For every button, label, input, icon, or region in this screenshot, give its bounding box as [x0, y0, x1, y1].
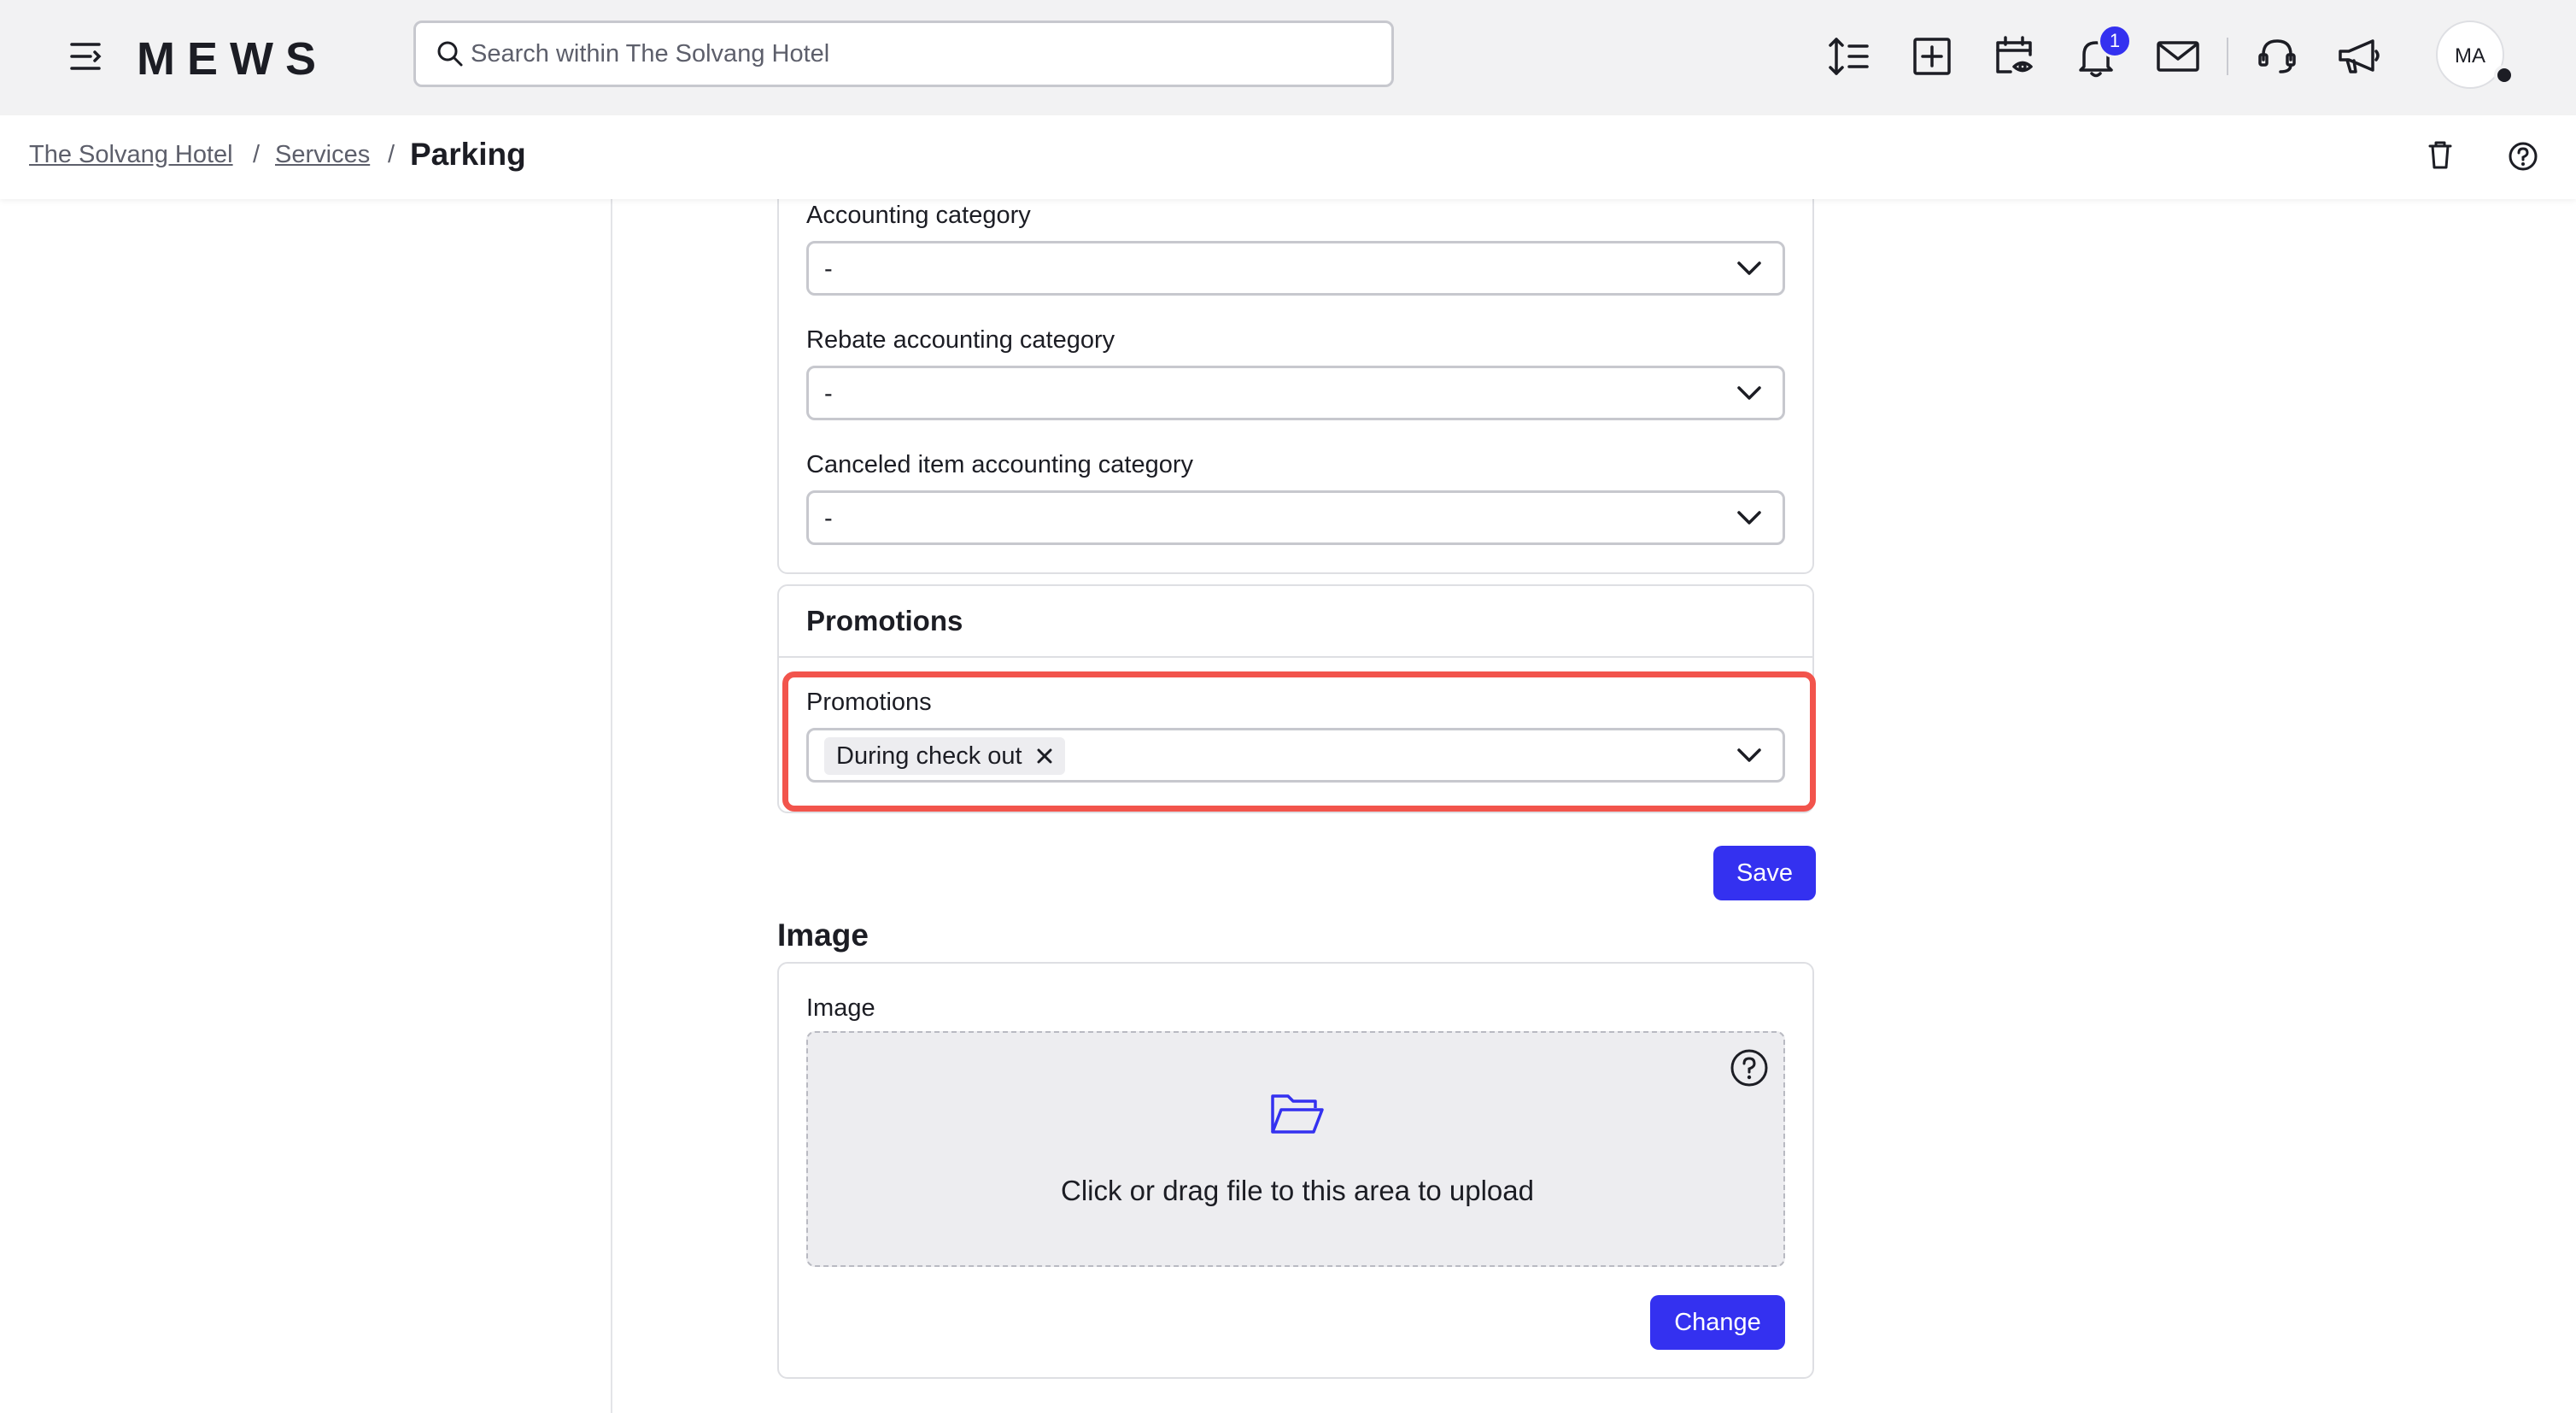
page-title: Parking [410, 137, 526, 172]
breadcrumb-separator: / [253, 141, 261, 168]
search-input[interactable] [471, 23, 1376, 85]
top-bar: MEWS 1 MA [0, 0, 2576, 115]
search-icon [436, 40, 464, 67]
save-button[interactable]: Save [1713, 846, 1816, 900]
status-indicator [2494, 65, 2515, 85]
breadcrumb-link-hotel[interactable]: The Solvang Hotel [29, 141, 233, 169]
section-divider [779, 656, 1812, 658]
breadcrumb: The Solvang Hotel / Services / Parking [0, 115, 2576, 199]
canceled-item-accounting-category-select[interactable]: - [806, 490, 1785, 545]
toolbar-divider [2227, 38, 2228, 75]
accounting-category-select[interactable]: - [806, 241, 1785, 296]
support-icon[interactable] [2253, 32, 2301, 80]
help-icon[interactable] [1730, 1048, 1769, 1088]
promotions-section-title: Promotions [806, 605, 963, 636]
megaphone-icon[interactable] [2335, 32, 2383, 80]
chevron-down-icon [1736, 259, 1762, 278]
left-pane-divider [611, 199, 612, 1413]
image-section-title: Image [777, 918, 869, 953]
rebate-accounting-category-label: Rebate accounting category [806, 326, 1115, 354]
select-value: - [824, 505, 833, 532]
menu-icon[interactable] [68, 39, 106, 73]
chevron-down-icon [1736, 384, 1762, 402]
search-box[interactable] [413, 21, 1394, 87]
upload-dropzone[interactable]: Click or drag file to this area to uploa… [806, 1031, 1785, 1267]
highlight-box [782, 671, 1816, 812]
breadcrumb-link-services[interactable]: Services [275, 141, 370, 169]
image-label: Image [806, 994, 875, 1022]
trash-icon[interactable] [2427, 139, 2453, 170]
mews-logo[interactable]: MEWS [137, 32, 328, 85]
canceled-item-accounting-category-label: Canceled item accounting category [806, 451, 1193, 478]
rebate-accounting-category-select[interactable]: - [806, 366, 1785, 420]
change-button[interactable]: Change [1650, 1295, 1785, 1350]
dropzone-text: Click or drag file to this area to uploa… [1061, 1175, 1534, 1206]
mail-icon[interactable] [2154, 32, 2202, 80]
add-icon[interactable] [1908, 32, 1956, 80]
calendar-view-icon[interactable] [1990, 32, 2038, 80]
breadcrumb-separator: / [388, 141, 395, 168]
folder-open-icon [1269, 1091, 1326, 1139]
sort-icon[interactable] [1826, 32, 1874, 80]
accounting-category-label: Accounting category [806, 202, 1031, 229]
select-value: - [824, 380, 833, 407]
help-icon[interactable] [2508, 141, 2538, 172]
select-value: - [824, 255, 833, 283]
chevron-down-icon [1736, 508, 1762, 527]
notification-count-badge: 1 [2098, 24, 2132, 58]
